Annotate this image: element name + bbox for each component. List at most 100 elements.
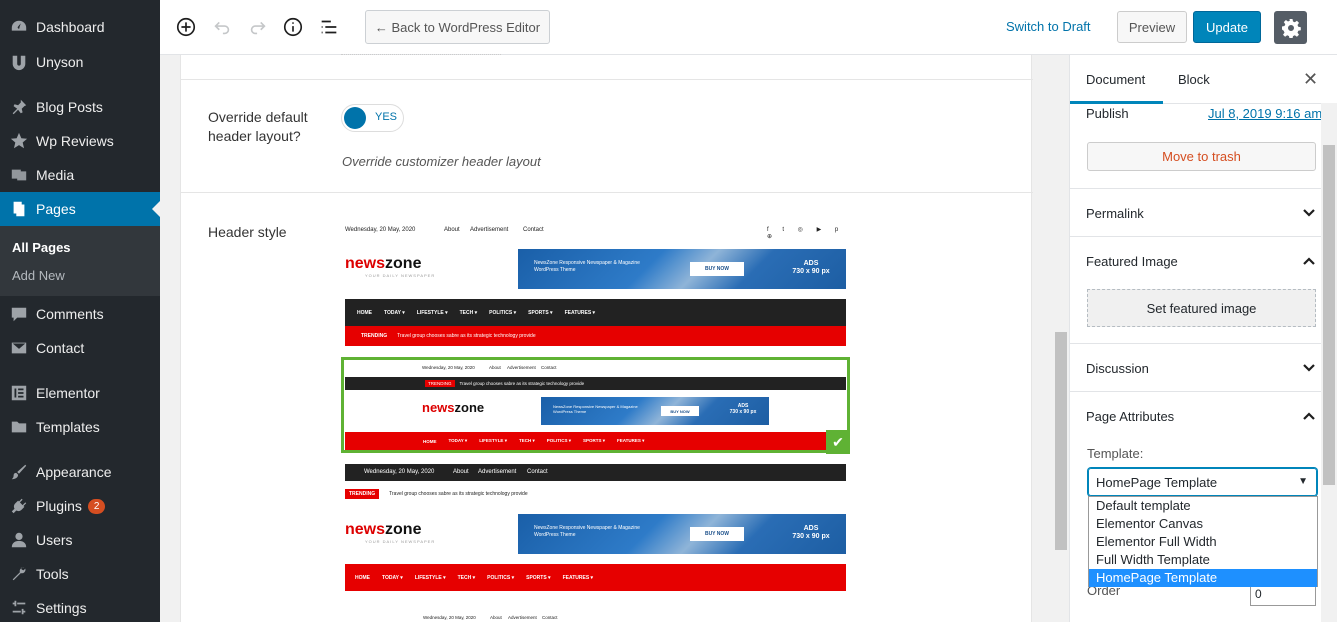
sidebar-item-appearance[interactable]: Appearance (0, 455, 160, 489)
mail-icon (10, 339, 28, 357)
sidebar-item-label: Users (36, 532, 73, 548)
header-link-contact: Contact (541, 365, 557, 370)
header-style-option-3[interactable]: Wednesday, 20 May, 2020 About Advertisem… (345, 464, 846, 591)
main-scrollbar[interactable] (1054, 55, 1068, 622)
plugins-update-badge: 2 (87, 498, 106, 514)
newszone-logo: newszone (422, 400, 484, 415)
ad-text: NewsZone Responsive Newspaper & Magazine… (534, 525, 640, 538)
dropdown-arrow-icon: ▼ (1298, 476, 1308, 487)
sidebar-item-wp-reviews[interactable]: Wp Reviews (0, 124, 160, 158)
back-to-wordpress-editor-button[interactable]: ← Back to WordPress Editor (365, 10, 550, 44)
featured-image-heading[interactable]: Featured Image (1086, 254, 1178, 269)
header-style-option-4[interactable]: Wednesday, 20 May, 2020 About Advertisem… (345, 613, 846, 622)
chevron-up-icon[interactable] (1302, 254, 1316, 268)
header-link-advertisement: Advertisement (478, 469, 517, 475)
nav-item: TECH ▾ (518, 438, 535, 443)
ad-banner: NewsZone Responsive Newspaper & Magazine… (518, 514, 846, 554)
panel-scrollbar[interactable] (1321, 103, 1337, 622)
template-select[interactable]: HomePage Template ▼ (1088, 468, 1317, 496)
sidebar-item-settings[interactable]: Settings (0, 591, 160, 622)
add-block-icon[interactable] (175, 16, 197, 38)
override-header-label: Override default header layout? (208, 109, 308, 144)
settings-icon (10, 599, 28, 617)
sidebar-item-users[interactable]: Users (0, 523, 160, 557)
sidebar-item-pages[interactable]: Pages (0, 192, 160, 226)
sidebar-item-tools[interactable]: Tools (0, 557, 160, 591)
preview-button[interactable]: Preview (1117, 11, 1187, 43)
unyson-options-panel: Override default header layout? YES Over… (180, 54, 1033, 622)
sidebar-item-label: Tools (36, 566, 69, 582)
newszone-logo: newszone (345, 521, 421, 539)
header-link-about: About (490, 615, 502, 620)
ad-dimensions: 730 x 90 px (792, 533, 830, 540)
header-style-label: Header style (208, 224, 287, 240)
scrollbar-thumb[interactable] (1055, 332, 1067, 550)
template-option[interactable]: Default template (1089, 497, 1317, 515)
dashboard-icon (10, 18, 28, 36)
settings-button[interactable] (1274, 11, 1307, 44)
ad-buy-button: BUY NOW (661, 406, 699, 416)
chevron-down-icon (1302, 361, 1316, 375)
outline-icon[interactable] (318, 16, 340, 38)
sidebar-item-elementor[interactable]: Elementor (0, 376, 160, 410)
brush-icon (10, 463, 28, 481)
ad-size: ADS 730 x 90 px (786, 525, 836, 541)
document-settings-panel: Document Block ✕ Publish Jul 8, 2019 9:1… (1069, 55, 1337, 622)
template-option[interactable]: Full Width Template (1089, 551, 1317, 569)
nav-item: TECH ▾ (459, 309, 478, 316)
nav-bar-red: HOME TODAY ▾ LIFESTYLE ▾ TECH ▾ POLITICS ▾ SP… (345, 564, 846, 591)
nav-bar-red: HOME TODAY ▾ LIFESTYLE ▾ TECH ▾ POLITICS ▾ SP… (345, 432, 846, 450)
info-icon[interactable] (282, 16, 304, 38)
folder-icon (10, 418, 28, 436)
pin-icon (10, 98, 28, 116)
trending-bar: TRENDING Travel group chooses sabre as i… (345, 326, 846, 346)
chevron-up-icon[interactable] (1302, 409, 1316, 423)
sidebar-item-blog-posts[interactable]: Blog Posts (0, 90, 160, 124)
header-link-about: About (489, 365, 501, 370)
divider (181, 192, 1033, 193)
template-option-selected[interactable]: HomePage Template (1089, 569, 1317, 587)
switch-to-draft-link[interactable]: Switch to Draft (1006, 19, 1091, 34)
header-style-option-2-selected[interactable]: Wednesday, 20 May, 2020 About Advertisem… (341, 357, 850, 454)
sidebar-item-label: Plugins (36, 498, 82, 514)
scrollbar-thumb[interactable] (1323, 145, 1335, 485)
submenu-all-pages[interactable]: All Pages (12, 240, 71, 255)
nav-item: FEATURES ▾ (617, 438, 645, 443)
selected-check-icon: ✔ (826, 430, 850, 454)
sidebar-item-dashboard[interactable]: Dashboard (0, 10, 160, 44)
page-attributes-heading[interactable]: Page Attributes (1086, 409, 1174, 424)
ad-dimensions: 730 x 90 px (792, 268, 830, 275)
discussion-section[interactable]: Discussion (1070, 344, 1322, 392)
redo-icon[interactable] (247, 16, 269, 38)
set-featured-image-button[interactable]: Set featured image (1087, 289, 1316, 327)
comments-icon (10, 305, 28, 323)
sidebar-item-comments[interactable]: Comments (0, 297, 160, 331)
nav-item: TODAY ▾ (448, 438, 468, 443)
template-selected-value: HomePage Template (1096, 474, 1218, 490)
sidebar-item-label: Blog Posts (36, 99, 103, 115)
wrench-icon (10, 565, 28, 583)
submenu-add-new[interactable]: Add New (12, 268, 65, 283)
ad-buy-button: BUY NOW (690, 262, 744, 276)
chevron-down-icon (1302, 206, 1316, 220)
admin-sidebar: Dashboard Unyson Blog Posts Wp Reviews M… (0, 0, 160, 622)
nav-item: LIFESTYLE ▾ (479, 438, 507, 443)
nav-bar-dark: HOME TODAY ▾ LIFESTYLE ▾ TECH ▾ POLITICS ▾ SP… (345, 299, 846, 326)
sidebar-item-contact[interactable]: Contact (0, 331, 160, 365)
sidebar-item-plugins[interactable]: Plugins 2 (0, 489, 160, 523)
sidebar-item-media[interactable]: Media (0, 158, 160, 192)
logo-tagline: YOUR DAILY NEWSPAPER (365, 273, 436, 278)
permalink-section[interactable]: Permalink (1070, 189, 1322, 237)
trending-label: TRENDING (345, 489, 380, 499)
undo-icon[interactable] (211, 16, 233, 38)
sidebar-item-templates[interactable]: Templates (0, 410, 160, 444)
nav-item: TODAY ▾ (384, 309, 405, 316)
override-header-toggle[interactable]: YES (341, 104, 404, 132)
update-button[interactable]: Update (1193, 11, 1261, 43)
template-option[interactable]: Elementor Full Width (1089, 533, 1317, 551)
sidebar-item-unyson[interactable]: Unyson (0, 45, 160, 79)
template-dropdown-list: Default template Elementor Canvas Elemen… (1088, 496, 1318, 587)
header-style-option-1[interactable]: Wednesday, 20 May, 2020 About Advertisem… (345, 220, 846, 346)
override-header-description: Override customizer header layout (342, 154, 541, 169)
template-option[interactable]: Elementor Canvas (1089, 515, 1317, 533)
